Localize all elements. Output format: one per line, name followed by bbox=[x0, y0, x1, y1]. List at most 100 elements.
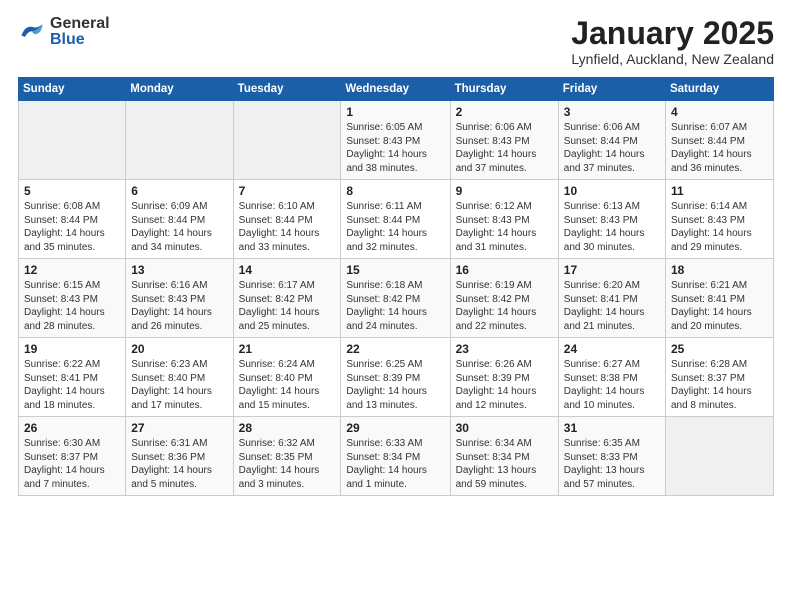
weekday-header-friday: Friday bbox=[558, 78, 665, 101]
day-number: 7 bbox=[239, 184, 336, 198]
day-info: Sunrise: 6:10 AM Sunset: 8:44 PM Dayligh… bbox=[239, 200, 336, 254]
day-info: Sunrise: 6:16 AM Sunset: 8:43 PM Dayligh… bbox=[131, 279, 227, 333]
weekday-header-tuesday: Tuesday bbox=[233, 78, 341, 101]
day-number: 8 bbox=[346, 184, 444, 198]
day-info: Sunrise: 6:07 AM Sunset: 8:44 PM Dayligh… bbox=[671, 121, 768, 175]
day-cell bbox=[665, 417, 773, 496]
day-info: Sunrise: 6:31 AM Sunset: 8:36 PM Dayligh… bbox=[131, 437, 227, 491]
day-number: 4 bbox=[671, 105, 768, 119]
day-number: 1 bbox=[346, 105, 444, 119]
day-cell: 26Sunrise: 6:30 AM Sunset: 8:37 PM Dayli… bbox=[19, 417, 126, 496]
day-cell: 4 Sunrise: 6:07 AM Sunset: 8:44 PM Daylig… bbox=[665, 101, 773, 180]
day-cell: 7 Sunrise: 6:10 AM Sunset: 8:44 PM Daylig… bbox=[233, 180, 341, 259]
logo: General Blue bbox=[18, 16, 110, 48]
day-number: 20 bbox=[131, 342, 227, 356]
title-block: January 2025 Lynfield, Auckland, New Zea… bbox=[571, 16, 774, 67]
day-number: 31 bbox=[564, 421, 660, 435]
day-info: Sunrise: 6:35 AM Sunset: 8:33 PM Dayligh… bbox=[564, 437, 660, 491]
day-info: Sunrise: 6:23 AM Sunset: 8:40 PM Dayligh… bbox=[131, 358, 227, 412]
day-cell: 11 Sunrise: 6:14 AM Sunset: 8:43 PM Dayli… bbox=[665, 180, 773, 259]
day-info: Sunrise: 6:28 AM Sunset: 8:37 PM Dayligh… bbox=[671, 358, 768, 412]
weekday-header-wednesday: Wednesday bbox=[341, 78, 450, 101]
day-number: 13 bbox=[131, 263, 227, 277]
day-cell: 3Sunrise: 6:06 AM Sunset: 8:44 PM Daylig… bbox=[558, 101, 665, 180]
weekday-header-thursday: Thursday bbox=[450, 78, 558, 101]
week-row-5: 26Sunrise: 6:30 AM Sunset: 8:37 PM Dayli… bbox=[19, 417, 774, 496]
day-number: 18 bbox=[671, 263, 768, 277]
calendar-table: SundayMondayTuesdayWednesdayThursdayFrid… bbox=[18, 77, 774, 496]
day-cell bbox=[233, 101, 341, 180]
day-cell: 17 Sunrise: 6:20 AM Sunset: 8:41 PM Dayli… bbox=[558, 259, 665, 338]
logo-blue: Blue bbox=[50, 31, 85, 48]
day-number: 10 bbox=[564, 184, 660, 198]
day-info: Sunrise: 6:13 AM Sunset: 8:43 PM Dayligh… bbox=[564, 200, 660, 254]
day-info: Sunrise: 6:34 AM Sunset: 8:34 PM Dayligh… bbox=[456, 437, 553, 491]
day-cell: 14 Sunrise: 6:17 AM Sunset: 8:42 PM Dayli… bbox=[233, 259, 341, 338]
day-number: 11 bbox=[671, 184, 768, 198]
day-cell: 27 Sunrise: 6:31 AM Sunset: 8:36 PM Dayli… bbox=[126, 417, 233, 496]
day-info: Sunrise: 6:08 AM Sunset: 8:44 PM Dayligh… bbox=[24, 200, 120, 254]
day-info: Sunrise: 6:15 AM Sunset: 8:43 PM Dayligh… bbox=[24, 279, 120, 333]
day-cell: 24 Sunrise: 6:27 AM Sunset: 8:38 PM Dayli… bbox=[558, 338, 665, 417]
day-number: 30 bbox=[456, 421, 553, 435]
day-cell: 13 Sunrise: 6:16 AM Sunset: 8:43 PM Dayli… bbox=[126, 259, 233, 338]
day-cell: 8 Sunrise: 6:11 AM Sunset: 8:44 PM Daylig… bbox=[341, 180, 450, 259]
day-info: Sunrise: 6:26 AM Sunset: 8:39 PM Dayligh… bbox=[456, 358, 553, 412]
day-info: Sunrise: 6:24 AM Sunset: 8:40 PM Dayligh… bbox=[239, 358, 336, 412]
day-cell: 28Sunrise: 6:32 AM Sunset: 8:35 PM Dayli… bbox=[233, 417, 341, 496]
logo-text: General Blue bbox=[50, 16, 110, 48]
header: General Blue January 2025 Lynfield, Auck… bbox=[18, 16, 774, 67]
day-info: Sunrise: 6:17 AM Sunset: 8:42 PM Dayligh… bbox=[239, 279, 336, 333]
day-cell: 9 Sunrise: 6:12 AM Sunset: 8:43 PM Daylig… bbox=[450, 180, 558, 259]
day-number: 23 bbox=[456, 342, 553, 356]
day-info: Sunrise: 6:30 AM Sunset: 8:37 PM Dayligh… bbox=[24, 437, 120, 491]
day-number: 9 bbox=[456, 184, 553, 198]
day-cell: 18 Sunrise: 6:21 AM Sunset: 8:41 PM Dayli… bbox=[665, 259, 773, 338]
calendar-subtitle: Lynfield, Auckland, New Zealand bbox=[571, 51, 774, 67]
day-number: 16 bbox=[456, 263, 553, 277]
day-info: Sunrise: 6:33 AM Sunset: 8:34 PM Dayligh… bbox=[346, 437, 444, 491]
day-number: 17 bbox=[564, 263, 660, 277]
calendar-title: January 2025 bbox=[571, 16, 774, 51]
day-cell: 12Sunrise: 6:15 AM Sunset: 8:43 PM Dayli… bbox=[19, 259, 126, 338]
day-cell bbox=[126, 101, 233, 180]
day-info: Sunrise: 6:22 AM Sunset: 8:41 PM Dayligh… bbox=[24, 358, 120, 412]
weekday-header-sunday: Sunday bbox=[19, 78, 126, 101]
day-info: Sunrise: 6:32 AM Sunset: 8:35 PM Dayligh… bbox=[239, 437, 336, 491]
day-number: 24 bbox=[564, 342, 660, 356]
day-number: 21 bbox=[239, 342, 336, 356]
day-cell: 16 Sunrise: 6:19 AM Sunset: 8:42 PM Dayli… bbox=[450, 259, 558, 338]
day-info: Sunrise: 6:06 AM Sunset: 8:43 PM Dayligh… bbox=[456, 121, 553, 175]
day-cell: 31 Sunrise: 6:35 AM Sunset: 8:33 PM Dayli… bbox=[558, 417, 665, 496]
day-info: Sunrise: 6:27 AM Sunset: 8:38 PM Dayligh… bbox=[564, 358, 660, 412]
day-number: 2 bbox=[456, 105, 553, 119]
day-number: 6 bbox=[131, 184, 227, 198]
day-info: Sunrise: 6:18 AM Sunset: 8:42 PM Dayligh… bbox=[346, 279, 444, 333]
day-cell: 6Sunrise: 6:09 AM Sunset: 8:44 PM Daylig… bbox=[126, 180, 233, 259]
day-info: Sunrise: 6:11 AM Sunset: 8:44 PM Dayligh… bbox=[346, 200, 444, 254]
day-number: 3 bbox=[564, 105, 660, 119]
day-number: 27 bbox=[131, 421, 227, 435]
day-info: Sunrise: 6:19 AM Sunset: 8:42 PM Dayligh… bbox=[456, 279, 553, 333]
day-number: 14 bbox=[239, 263, 336, 277]
weekday-header-saturday: Saturday bbox=[665, 78, 773, 101]
weekday-header-row: SundayMondayTuesdayWednesdayThursdayFrid… bbox=[19, 78, 774, 101]
day-info: Sunrise: 6:12 AM Sunset: 8:43 PM Dayligh… bbox=[456, 200, 553, 254]
day-cell: 1 Sunrise: 6:05 AM Sunset: 8:43 PM Daylig… bbox=[341, 101, 450, 180]
weekday-header-monday: Monday bbox=[126, 78, 233, 101]
day-info: Sunrise: 6:05 AM Sunset: 8:43 PM Dayligh… bbox=[346, 121, 444, 175]
day-number: 5 bbox=[24, 184, 120, 198]
day-info: Sunrise: 6:21 AM Sunset: 8:41 PM Dayligh… bbox=[671, 279, 768, 333]
day-cell: 22Sunrise: 6:25 AM Sunset: 8:39 PM Dayli… bbox=[341, 338, 450, 417]
day-cell: 20 Sunrise: 6:23 AM Sunset: 8:40 PM Dayli… bbox=[126, 338, 233, 417]
day-info: Sunrise: 6:25 AM Sunset: 8:39 PM Dayligh… bbox=[346, 358, 444, 412]
logo-general: General bbox=[50, 15, 110, 32]
logo-bird-icon bbox=[18, 21, 46, 43]
day-info: Sunrise: 6:14 AM Sunset: 8:43 PM Dayligh… bbox=[671, 200, 768, 254]
day-number: 15 bbox=[346, 263, 444, 277]
day-cell: 15 Sunrise: 6:18 AM Sunset: 8:42 PM Dayli… bbox=[341, 259, 450, 338]
day-cell: 30 Sunrise: 6:34 AM Sunset: 8:34 PM Dayli… bbox=[450, 417, 558, 496]
day-number: 19 bbox=[24, 342, 120, 356]
day-cell: 10 Sunrise: 6:13 AM Sunset: 8:43 PM Dayli… bbox=[558, 180, 665, 259]
day-info: Sunrise: 6:20 AM Sunset: 8:41 PM Dayligh… bbox=[564, 279, 660, 333]
